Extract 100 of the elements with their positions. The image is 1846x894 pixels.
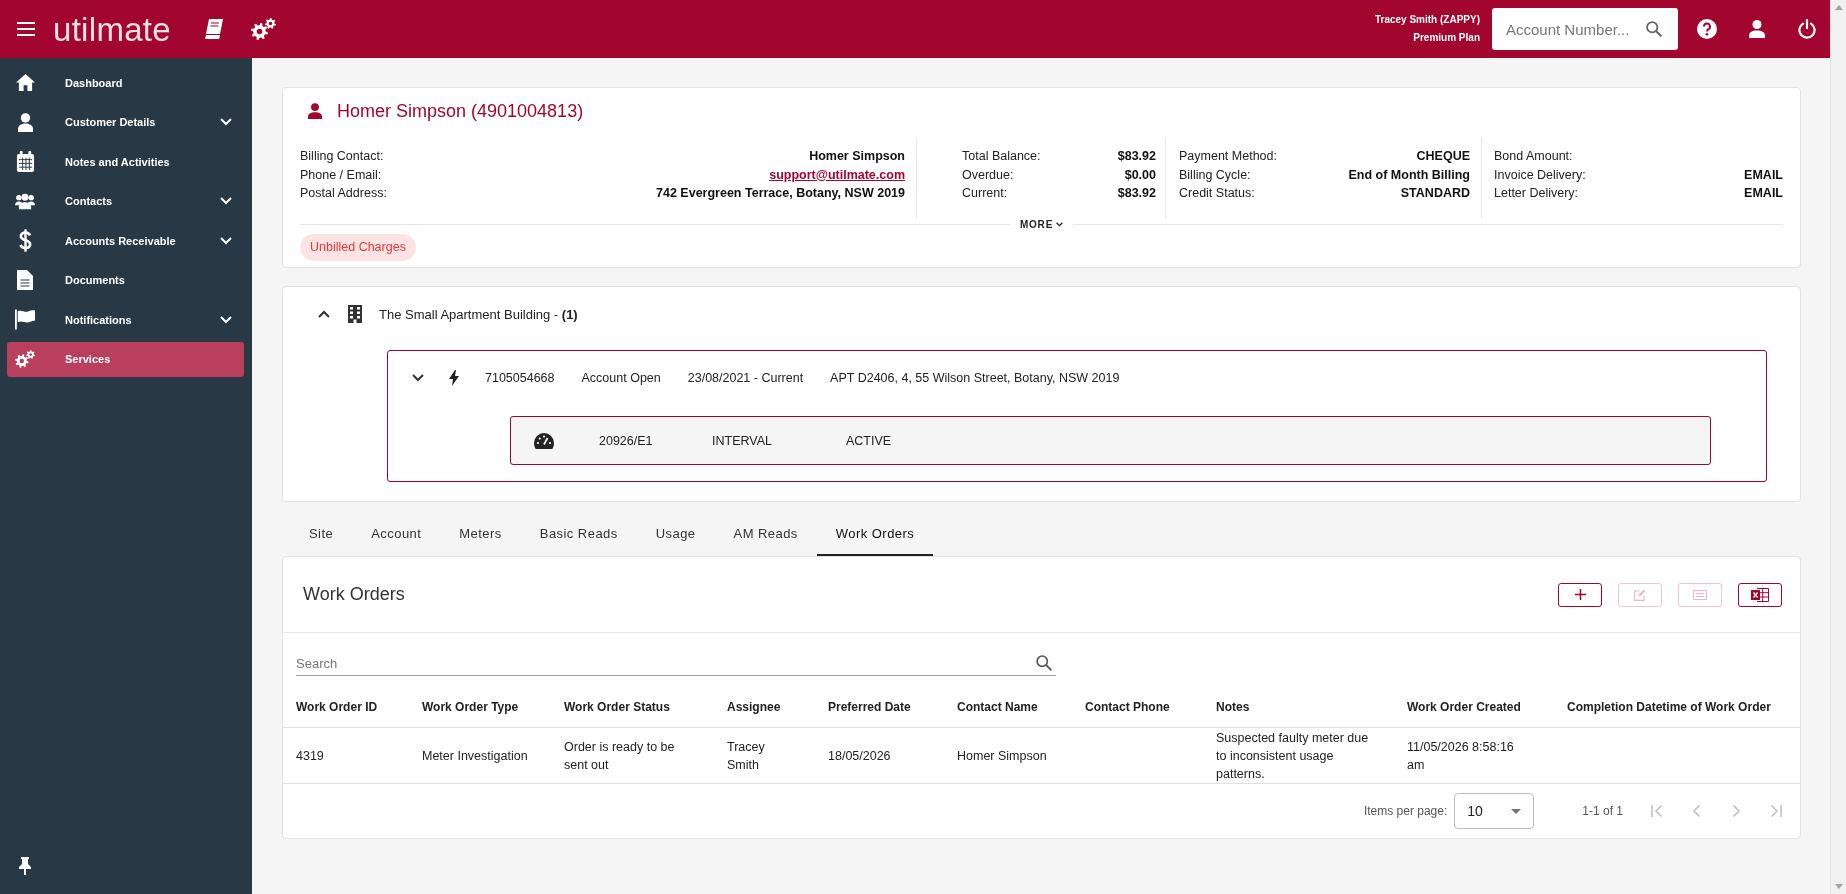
column-header[interactable]: Work Order Created	[1407, 687, 1567, 728]
user-name: Tracey Smith (ZAPPY)	[1374, 13, 1480, 27]
field-value: EMAIL	[1744, 185, 1783, 202]
column-header[interactable]: Work Order Type	[422, 687, 564, 728]
edit-icon	[1634, 588, 1646, 601]
sidebar-item[interactable]: Dashboard	[7, 65, 244, 100]
chevron-left-icon	[1692, 805, 1700, 817]
table-cell: Order is ready to be sent out	[564, 727, 727, 784]
help-icon[interactable]	[1697, 19, 1717, 39]
site-name: The Small Apartment Building - (1)	[379, 306, 578, 322]
sidebar-item[interactable]: Accounts Receivable	[7, 223, 244, 258]
search-icon[interactable]	[1646, 21, 1662, 37]
pin-icon[interactable]	[19, 857, 31, 875]
column-header[interactable]: Contact Name	[957, 687, 1085, 728]
table-cell: 11/05/2026 8:58:16 am	[1407, 727, 1567, 784]
service-address: APT D2406, 4, 55 Wilson Street, Botany, NSW 2019	[830, 371, 1120, 385]
people-icon	[15, 191, 35, 211]
column-header[interactable]: Notes	[1216, 687, 1407, 728]
document-icon	[17, 270, 33, 290]
logo[interactable]: utilmate	[53, 12, 171, 46]
field-label: Billing Cycle:	[1179, 166, 1251, 184]
person-icon	[308, 103, 322, 119]
table-cell: Meter Investigation	[422, 727, 564, 784]
column-header[interactable]: Preferred Date	[828, 687, 957, 728]
field-label: Overdue:	[962, 166, 1014, 184]
chevron-down-icon[interactable]	[412, 374, 424, 382]
column-header[interactable]: Work Order ID	[283, 687, 422, 728]
more-button[interactable]: MORE	[1009, 218, 1074, 230]
gears-icon	[15, 349, 35, 369]
field-label: Letter Delivery:	[1494, 185, 1579, 202]
book-icon[interactable]	[204, 19, 223, 39]
field-label: Postal Address:	[300, 185, 387, 202]
chevron-right-icon	[1732, 805, 1740, 817]
table-cell: Suspected faulty meter due to inconsistent usage patterns.	[1216, 727, 1407, 784]
list-icon	[1693, 589, 1707, 600]
tab[interactable]: Basic Reads	[520, 512, 637, 556]
meter-type: INTERVAL	[712, 433, 773, 448]
field-value: 742 Evergreen Terrace, Botany, NSW 2019	[656, 185, 905, 202]
sidebar-item[interactable]: Notes and Activities	[7, 144, 244, 179]
power-icon[interactable]	[1798, 19, 1816, 39]
calendar-icon	[15, 151, 35, 172]
field-value: End of Month Billing	[1348, 166, 1470, 184]
account-search-field[interactable]: Account Number...	[1492, 8, 1678, 50]
user-icon[interactable]	[1749, 20, 1765, 38]
dollar-icon	[18, 229, 32, 252]
search-icon[interactable]	[1036, 655, 1052, 671]
sidebar-item[interactable]: Services	[7, 341, 244, 377]
gauge-icon	[534, 432, 554, 449]
meter-panel[interactable]: 20926/E1 INTERVAL ACTIVE	[510, 416, 1711, 465]
tab[interactable]: Site	[290, 512, 353, 556]
tab[interactable]: AM Reads	[714, 512, 817, 556]
sidebar-item[interactable]: Notifications	[7, 302, 244, 337]
page-range: 1-1 of 1	[1582, 804, 1623, 818]
tag[interactable]: Unbilled Charges	[300, 234, 416, 261]
service-status: Account Open	[581, 371, 661, 385]
tab[interactable]: Account	[352, 512, 441, 556]
last-page-icon	[1770, 805, 1782, 817]
field-label: Current:	[962, 185, 1008, 202]
column-header[interactable]: Completion Datetime of Work Order	[1567, 687, 1800, 728]
field-label: Bond Amount:	[1494, 148, 1573, 165]
sidebar-item[interactable]: Customer Details	[7, 104, 244, 140]
spreadsheet-icon	[1751, 587, 1769, 602]
field-label: Invoice Delivery:	[1494, 166, 1586, 184]
plus-icon	[1574, 589, 1586, 600]
email-link[interactable]: support@utilmate.com	[769, 165, 905, 184]
spreadsheet-button[interactable]	[1738, 582, 1782, 607]
menu-icon[interactable]	[17, 22, 35, 36]
field-value: Homer Simpson	[809, 148, 905, 165]
customer-name: Homer Simpson (4901004813)	[337, 100, 584, 122]
field-label: Payment Method:	[1179, 148, 1277, 165]
field-value: $83.92	[1117, 185, 1156, 202]
sidebar-item[interactable]: Contacts	[7, 183, 244, 219]
page-size-select[interactable]: 10	[1454, 793, 1535, 829]
chevron-up-icon[interactable]	[318, 310, 330, 318]
service-number: 7105054668	[485, 371, 555, 385]
flag-icon	[15, 309, 35, 330]
service-period: 23/08/2021 - Current	[687, 371, 804, 385]
search-field[interactable]: Search	[296, 648, 1056, 676]
add-button[interactable]	[1558, 582, 1602, 607]
person-icon	[17, 112, 33, 132]
sidebar-item[interactable]: Documents	[7, 262, 244, 298]
gears-icon[interactable]	[250, 18, 276, 40]
first-page-icon	[1650, 805, 1662, 817]
dropdown-arrow-icon	[1511, 808, 1522, 814]
field-label: Total Balance:	[962, 148, 1041, 165]
column-header[interactable]: Assignee	[727, 687, 828, 728]
plan-name: Premium Plan	[1413, 31, 1480, 45]
field-value: CHEQUE	[1416, 148, 1470, 165]
tab[interactable]: Meters	[440, 512, 521, 556]
table-cell: 18/05/2026	[828, 727, 957, 784]
lightning-bolt-icon	[449, 370, 459, 386]
column-header[interactable]: Work Order Status	[564, 687, 727, 728]
field-value: EMAIL	[1744, 166, 1783, 184]
column-header[interactable]: Contact Phone	[1085, 687, 1216, 728]
tab[interactable]: Usage	[636, 512, 715, 556]
items-per-page-label: Items per page:	[1363, 804, 1448, 818]
field-label: Credit Status:	[1179, 185, 1255, 202]
table-cell: Tracey Smith	[727, 727, 828, 784]
field-label: Billing Contact:	[300, 148, 384, 165]
field-value: STANDARD	[1400, 185, 1470, 202]
